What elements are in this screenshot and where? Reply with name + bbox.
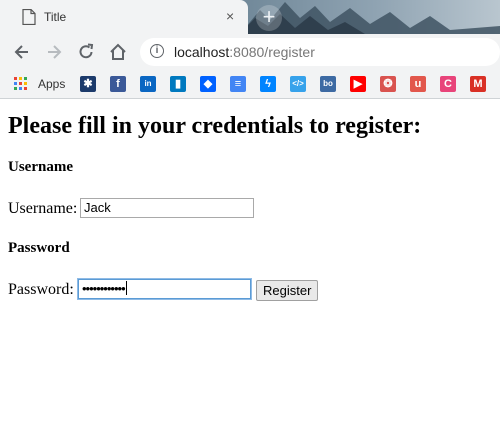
register-button[interactable]: Register [256, 280, 319, 301]
u-bookmark-icon[interactable]: u [410, 76, 426, 92]
reload-icon[interactable] [76, 42, 96, 62]
tab-close-icon[interactable]: × [226, 8, 234, 24]
tab-title: Title [44, 10, 67, 24]
apps-grid-icon[interactable] [14, 77, 28, 91]
trello-bookmark-icon[interactable]: ▮ [170, 76, 186, 92]
atlassian-bookmark-icon[interactable]: ✱ [80, 76, 96, 92]
dropbox-bookmark-icon[interactable]: ◆ [200, 76, 216, 92]
bo-bookmark-icon[interactable]: bo [320, 76, 336, 92]
username-input[interactable]: Jack [80, 198, 254, 218]
url-host: localhost [174, 44, 230, 60]
apps-label[interactable]: Apps [38, 77, 65, 91]
username-section-heading: Username [8, 159, 73, 175]
username-label: Username: [8, 200, 78, 217]
address-bar[interactable]: i localhost:8080/register [140, 38, 500, 66]
youtube-bookmark-icon[interactable]: ▶ [350, 76, 366, 92]
new-tab-button[interactable]: + [256, 5, 282, 31]
openai-bookmark-icon[interactable]: ❂ [380, 76, 396, 92]
c-bookmark-icon[interactable]: C [440, 76, 456, 92]
page-content: Please fill in your credentials to regis… [8, 99, 492, 140]
tab-strip: Title × + [0, 0, 500, 34]
docs-bookmark-icon[interactable]: ≡ [230, 76, 246, 92]
document-icon [22, 9, 36, 25]
home-icon[interactable] [108, 42, 128, 62]
page-heading: Please fill in your credentials to regis… [8, 113, 422, 139]
password-input[interactable]: •••••••••••• [78, 279, 251, 299]
bookmarks-bar: Apps ✱ f in ▮ ◆ ≡ ϟ </> bo ▶ ❂ u C M [0, 70, 500, 99]
password-section-heading: Password [8, 240, 70, 256]
messenger-bookmark-icon[interactable]: ϟ [260, 76, 276, 92]
password-label: Password: [8, 281, 74, 298]
forward-arrow-icon[interactable] [44, 42, 64, 62]
browser-toolbar: i localhost:8080/register [0, 34, 500, 70]
text-cursor [125, 281, 127, 295]
back-arrow-icon[interactable] [12, 42, 32, 62]
facebook-bookmark-icon[interactable]: f [110, 76, 126, 92]
gmail-bookmark-icon[interactable]: M [470, 76, 486, 92]
site-info-icon[interactable]: i [150, 44, 164, 58]
password-mask: •••••••••••• [82, 281, 126, 296]
url-path: :8080/register [229, 44, 315, 60]
active-tab[interactable]: Title × [0, 0, 248, 34]
linkedin-bookmark-icon[interactable]: in [140, 76, 156, 92]
url-text[interactable]: localhost:8080/register [174, 44, 315, 60]
code-bookmark-icon[interactable]: </> [290, 76, 306, 92]
